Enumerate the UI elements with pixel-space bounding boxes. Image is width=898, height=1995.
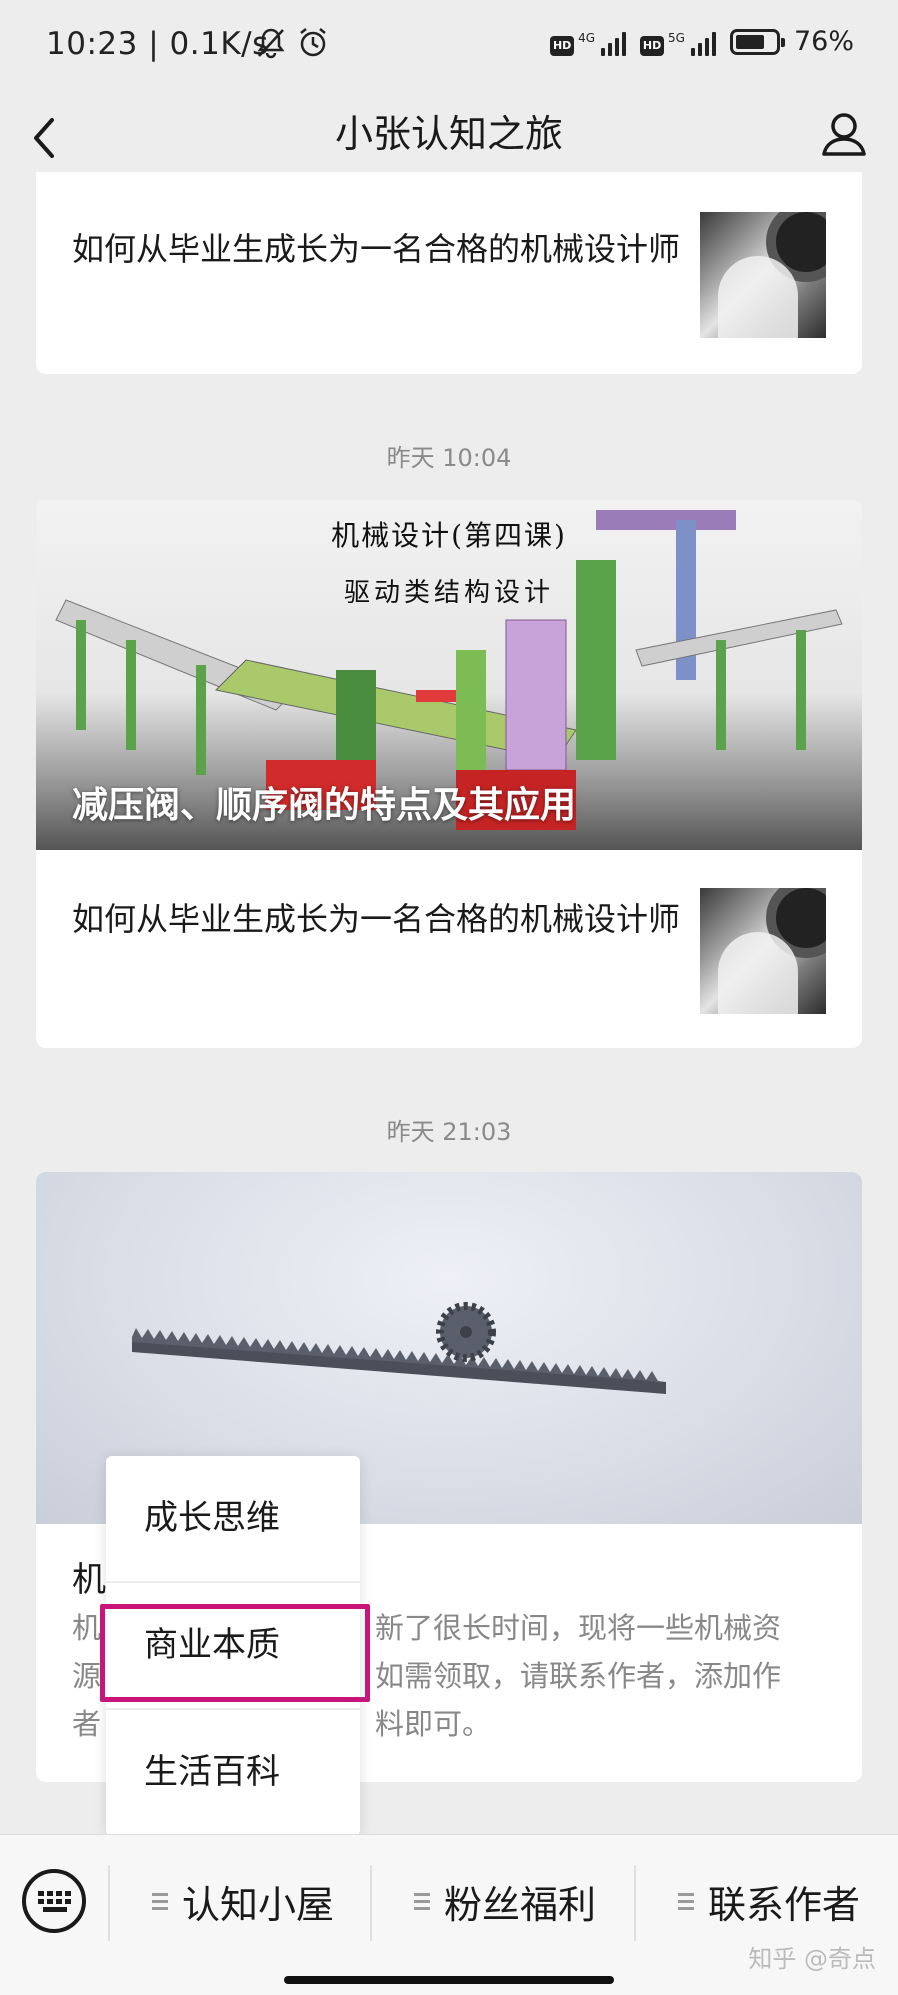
home-indicator[interactable]: [284, 1976, 614, 1984]
timestamp-label: 昨天 21:03: [386, 1118, 512, 1146]
menu-divider: [108, 1865, 110, 1941]
cover-subheadline: 驱动类结构设计: [343, 578, 554, 608]
article-title[interactable]: 如何从毕业生成长为一名合格的机械设计师: [72, 222, 712, 276]
submenu-item-business-essence[interactable]: 商业本质: [106, 1583, 360, 1707]
article-title[interactable]: 如何从毕业生成长为一名合格的机械设计师: [72, 892, 712, 946]
hd-badge: HD: [550, 35, 575, 56]
header-bar: 小张认知之旅: [0, 92, 898, 182]
article-thumbnail: [700, 888, 826, 1014]
article-row[interactable]: 如何从毕业生成长为一名合格的机械设计师: [36, 850, 862, 1048]
menu-divider: [634, 1865, 636, 1941]
menu-tab-cognition-hut[interactable]: 认知小屋: [152, 1871, 334, 1931]
article-card[interactable]: 如何从毕业生成长为一名合格的机械设计师: [36, 172, 862, 374]
submenu-item-growth-mindset[interactable]: 成长思维: [106, 1456, 360, 1580]
mute-bell-icon: [257, 28, 285, 59]
bottom-menu-bar: 认知小屋 粉丝福利 联系作者 知乎 @奇点: [0, 1834, 898, 1995]
menu-lines-icon: [678, 1892, 694, 1910]
article-thumbnail: [700, 212, 826, 338]
battery-level: 76%: [793, 26, 854, 57]
keyboard-button[interactable]: [22, 1869, 86, 1933]
article-title[interactable]: 机: [72, 1552, 106, 1601]
battery-icon: [729, 28, 785, 55]
page-title: 小张认知之旅: [334, 112, 563, 156]
menu-tab-fan-benefits[interactable]: 粉丝福利: [414, 1871, 596, 1931]
timestamp-label: 昨天 10:04: [386, 444, 512, 472]
menu-lines-icon: [152, 1892, 168, 1910]
submenu-popup: 成长思维 商业本质 生活百科: [106, 1456, 360, 1836]
watermark: 知乎 @奇点: [748, 1945, 876, 1973]
article-card[interactable]: 机械设计(第四课) 驱动类结构设计 减压阀、顺序阀的特点及其应用 如何从毕业生成…: [36, 500, 862, 1048]
cover-article-title[interactable]: 减压阀、顺序阀的特点及其应用: [72, 776, 576, 828]
status-time: 10:23 | 0.1K/s: [46, 26, 269, 62]
keyboard-icon: [38, 1891, 71, 1912]
menu-divider: [370, 1865, 372, 1941]
person-icon: [822, 113, 866, 156]
status-bar: 10:23 | 0.1K/s HD 4G HD 5G 76%: [0, 0, 898, 92]
menu-lines-icon: [414, 1892, 430, 1910]
cover-headline: 机械设计(第四课): [331, 519, 567, 552]
network-5g-label: 5G: [668, 30, 685, 45]
status-icons-right: HD 4G HD 5G 76%: [550, 26, 854, 57]
hd-badge-2: HD: [640, 35, 665, 56]
clock-text: 10:23: [46, 26, 138, 62]
signal-icon: [601, 28, 627, 56]
menu-tab-contact-author[interactable]: 联系作者: [678, 1871, 860, 1931]
network-4g-label: 4G: [578, 30, 596, 45]
cover-image[interactable]: 机械设计(第四课) 驱动类结构设计 减压阀、顺序阀的特点及其应用: [36, 500, 862, 850]
alarm-clock-icon: [300, 28, 326, 57]
network-speed: 0.1K/s: [169, 26, 269, 62]
profile-button[interactable]: [816, 104, 872, 164]
submenu-item-life-encyclopedia[interactable]: 生活百科: [106, 1710, 360, 1834]
signal-icon-2: [690, 28, 716, 56]
status-icons-left: [256, 26, 330, 60]
article-row[interactable]: 如何从毕业生成长为一名合格的机械设计师: [36, 172, 862, 372]
